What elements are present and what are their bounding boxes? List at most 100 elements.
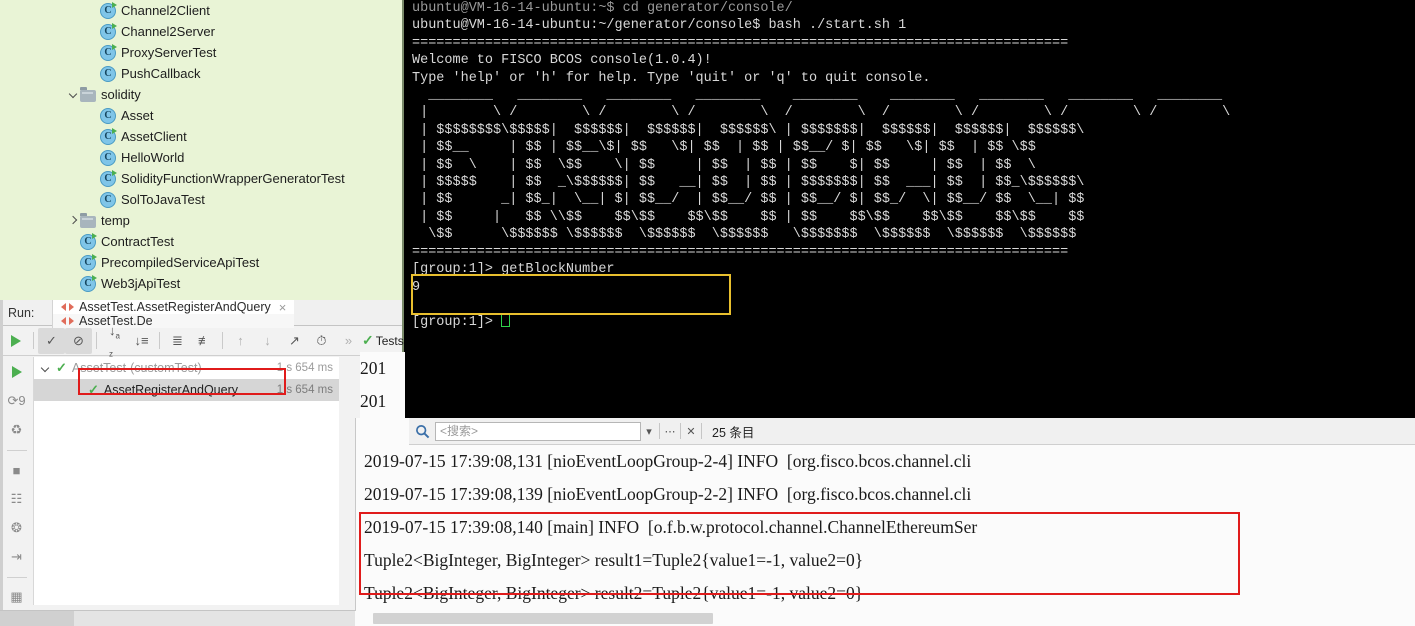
left-gutter <box>0 300 3 610</box>
tree-item-proxyservertest[interactable]: C ProxyServerTest <box>0 42 402 63</box>
play-icon <box>10 334 21 347</box>
test-name: AssetTest <box>71 361 127 375</box>
java-class-runnable-icon: C <box>100 22 117 40</box>
console-log-line: Tuple2<BigInteger, BigInteger> result2=T… <box>364 583 864 603</box>
chevron-down-icon[interactable] <box>40 358 52 379</box>
run-tab-bar: Run: AssetTest.AssetRegisterAndQuery × Ass… <box>0 300 402 328</box>
tree-item-temp[interactable]: temp <box>0 210 402 231</box>
expand-all-icon: ≣ <box>172 332 183 348</box>
tree-item-contracttest[interactable]: C ContractTest <box>0 231 402 252</box>
search-icon[interactable] <box>409 418 435 444</box>
tree-item-assetclient[interactable]: C AssetClient <box>0 126 402 147</box>
export-results-button[interactable]: ↗ <box>281 328 308 354</box>
close-search-icon[interactable]: ✕ <box>683 421 699 442</box>
toolbar-separator <box>96 332 97 349</box>
no-entry-icon: ⊘ <box>73 332 84 348</box>
tree-item-web3japitest[interactable]: C Web3jApiTest <box>0 273 402 294</box>
terminal-output[interactable]: ubuntu@VM-16-14-ubuntu:~$ cd generator/c… <box>404 0 1415 418</box>
tree-item-solidityfunctionwrappergeneratortest[interactable]: C SolidityFunctionWrapperGeneratorTest <box>0 168 402 189</box>
console-horizontal-scrollbar[interactable] <box>355 611 1415 626</box>
search-history-dropdown-icon[interactable]: ▾ <box>641 421 657 442</box>
scrollbar-thumb[interactable] <box>373 613 713 624</box>
console-log-panel[interactable]: <搜索> ▾ ⋯ ✕ 25 条目 2019-07-15 17:39:08,131… <box>355 418 1415 626</box>
run-tab-1[interactable]: AssetTest.De <box>52 314 295 328</box>
chevron-double-right-icon: » <box>344 333 353 348</box>
test-history-button[interactable]: ⏱ <box>308 328 335 354</box>
tree-item-soltojavatest[interactable]: C SolToJavaTest <box>0 189 402 210</box>
layout-icon[interactable]: ▦ <box>4 584 30 610</box>
tree-item-label: temp <box>101 213 130 228</box>
test-tree-row[interactable]: ✓ AssetRegisterAndQuery 1 s 654 ms <box>34 379 339 401</box>
tree-item-label: AssetClient <box>121 129 187 144</box>
chevron-down-icon[interactable] <box>68 84 80 105</box>
run-tab-label: AssetTest.AssetRegisterAndQuery <box>79 300 271 314</box>
tree-item-label: ContractTest <box>101 234 174 249</box>
tree-item-pushcallback[interactable]: C PushCallback <box>0 63 402 84</box>
tree-item-label: PrecompiledServiceApiTest <box>101 255 260 270</box>
screenshot-icon[interactable]: ☷ <box>4 486 30 512</box>
tree-item-precompiledserviceapitest[interactable]: C PrecompiledServiceApiTest <box>0 252 402 273</box>
run-config-icon <box>61 316 74 327</box>
toggle-auto-test-icon[interactable]: ♻ <box>4 417 30 443</box>
hide-ignored-button[interactable]: ⊘ <box>65 327 92 354</box>
test-results-tree[interactable]: ✓ AssetTest (customTest) 1 s 654 ms ✓ AssetRe… <box>33 357 339 605</box>
rerun-icon[interactable] <box>4 359 30 385</box>
entry-count-label: 25 条目 <box>712 425 755 440</box>
show-passed-button[interactable]: ✓ <box>38 327 65 354</box>
console-log-line: 2019-07-15 17:39:08,140 [main] INFO [o.f… <box>364 517 978 537</box>
tree-item-solidity[interactable]: solidity <box>0 84 402 105</box>
next-failed-button[interactable]: ↓ <box>254 328 281 354</box>
status-strip-tab[interactable] <box>0 611 74 626</box>
search-options-icon[interactable]: ⋯ <box>662 421 678 442</box>
prev-failed-button[interactable]: ↑ <box>227 328 254 354</box>
terminal-cursor <box>501 313 511 328</box>
search-placeholder: <搜索> <box>440 423 479 438</box>
tree-item-asset[interactable]: C Asset <box>0 105 402 126</box>
ide-window: C Channel2Client C Channel2Server C ProxyServ… <box>0 0 1415 626</box>
toolbar-separator <box>222 332 223 349</box>
rerun-failed-icon[interactable]: ⟳9 <box>4 388 30 414</box>
folder-icon <box>80 212 96 228</box>
test-tree-row[interactable]: ✓ AssetTest (customTest) 1 s 654 ms <box>34 357 339 379</box>
close-tab-icon[interactable]: × <box>276 301 287 314</box>
thread-dump-icon[interactable]: ❂ <box>4 515 30 541</box>
rerun-button[interactable] <box>2 328 29 354</box>
console-log-line: 2019-07-15 17:39:08,139 [nioEventLoopGro… <box>364 484 972 504</box>
tree-item-channel2client[interactable]: C Channel2Client <box>0 0 402 21</box>
more-actions-button[interactable]: » <box>335 328 362 354</box>
tree-item-label: SolToJavaTest <box>121 192 205 207</box>
check-icon: ✓ <box>46 332 57 348</box>
sort-alphabetically-button[interactable]: ↓a z <box>101 323 128 358</box>
run-panel-label: Run: <box>8 305 35 320</box>
test-suite-suffix: (customTest) <box>130 361 202 375</box>
stop-icon[interactable]: ■ <box>4 457 30 483</box>
drop-frame-icon[interactable]: ⇥ <box>4 544 30 570</box>
collapse-all-button[interactable]: ≢ <box>191 328 218 354</box>
search-separator <box>701 423 702 439</box>
sort-by-duration-button[interactable]: ↓≡ <box>128 328 155 354</box>
tree-item-channel2server[interactable]: C Channel2Server <box>0 21 402 42</box>
test-passed-icon: ✓ <box>56 360 67 375</box>
run-tool-window[interactable]: Run: AssetTest.AssetRegisterAndQuery × Ass… <box>0 300 414 618</box>
tree-item-label: Channel2Server <box>121 24 215 39</box>
tree-item-helloworld[interactable]: C HelloWorld <box>0 147 402 168</box>
project-tree-panel[interactable]: C Channel2Client C Channel2Server C ProxyServ… <box>0 0 404 300</box>
run-config-icon <box>61 302 74 313</box>
toolbar-separator <box>159 332 160 349</box>
sort-alpha-icon: ↓a z <box>109 322 120 359</box>
run-tab-0[interactable]: AssetTest.AssetRegisterAndQuery × <box>52 300 295 314</box>
chevron-right-icon[interactable] <box>68 210 80 231</box>
tests-passed-check-icon: ✓ <box>362 332 374 348</box>
search-input[interactable]: <搜索> <box>435 421 641 441</box>
console-log-line: 201 <box>360 358 387 378</box>
tree-item-label: solidity <box>101 87 141 102</box>
expand-all-button[interactable]: ≣ <box>164 328 191 354</box>
